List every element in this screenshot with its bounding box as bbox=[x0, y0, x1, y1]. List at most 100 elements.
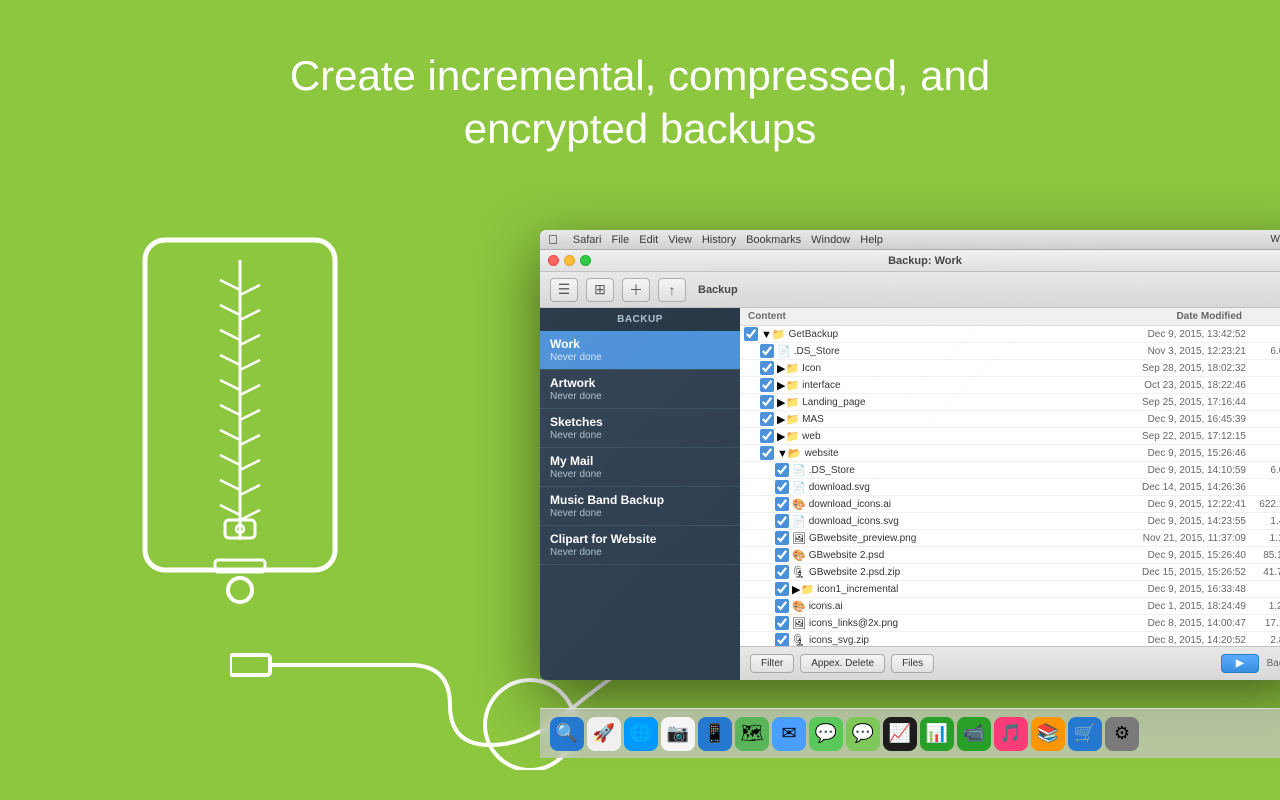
table-row[interactable]: 🗜 icons_svg.zip Dec 8, 2015, 14:20:52 2.… bbox=[740, 632, 1280, 646]
toolbar-add-btn[interactable]: ＋ bbox=[622, 278, 650, 302]
table-row[interactable]: 🗜 GBwebsite 2.psd.zip Dec 15, 2015, 15:2… bbox=[740, 564, 1280, 581]
file-check[interactable] bbox=[760, 378, 774, 392]
file-check[interactable] bbox=[775, 633, 789, 646]
image-icon: 🖼 bbox=[792, 617, 806, 630]
menu-history[interactable]: History bbox=[702, 234, 736, 246]
backup-play-icon: ▶ bbox=[1236, 658, 1244, 669]
backup-status-label: Backup bbox=[1267, 658, 1280, 669]
toolbar: ☰ ⊞ ＋ ↑ Backup bbox=[540, 272, 1280, 308]
table-row[interactable]: 🎨 download_icons.ai Dec 9, 2015, 12:22:4… bbox=[740, 496, 1280, 513]
dock-icon-appstore2[interactable]: 🛒 bbox=[1068, 717, 1102, 751]
file-icon: 📄 bbox=[777, 345, 791, 358]
dock-icon-numbers[interactable]: 📊 bbox=[920, 717, 954, 751]
file-icon: 📄 bbox=[792, 481, 806, 494]
file-check[interactable] bbox=[760, 361, 774, 375]
table-row[interactable]: 📄 download_icons.svg Dec 9, 2015, 14:23:… bbox=[740, 513, 1280, 530]
table-row[interactable]: ▶📁 web Sep 22, 2015, 17:12:15 -- bbox=[740, 428, 1280, 445]
file-check[interactable] bbox=[775, 480, 789, 494]
sidebar-item-musicband[interactable]: Music Band Backup Never done bbox=[540, 487, 740, 526]
table-row[interactable]: ▶📁 Icon Sep 28, 2015, 18:02:32 -- bbox=[740, 360, 1280, 377]
dock-icon-itunes[interactable]: 🎵 bbox=[994, 717, 1028, 751]
file-check[interactable] bbox=[760, 412, 774, 426]
toolbar-share-btn[interactable]: ↑ bbox=[658, 278, 686, 302]
file-check[interactable] bbox=[760, 429, 774, 443]
file-size: 17.16 KB bbox=[1246, 618, 1280, 629]
file-check[interactable] bbox=[775, 616, 789, 630]
zip-icon: 🗜 bbox=[792, 634, 806, 647]
dock-icon-messages[interactable]: 💬 bbox=[809, 717, 843, 751]
table-row[interactable]: 📄 download.svg Dec 14, 2015, 14:26:36 93… bbox=[740, 479, 1280, 496]
dock-icon-mail[interactable]: ✉ bbox=[772, 717, 806, 751]
file-check[interactable] bbox=[775, 531, 789, 545]
menu-view[interactable]: View bbox=[668, 234, 692, 246]
menu-window[interactable]: Window bbox=[811, 234, 850, 246]
table-row[interactable]: 🖼 GBwebsite_preview.png Nov 21, 2015, 11… bbox=[740, 530, 1280, 547]
dock-icon-photos[interactable]: 📷 bbox=[661, 717, 695, 751]
table-row[interactable]: 🎨 GBwebsite 2.psd Dec 9, 2015, 15:26:40 … bbox=[740, 547, 1280, 564]
table-row[interactable]: 📄 .DS_Store Nov 3, 2015, 12:23:21 6.00 K… bbox=[740, 343, 1280, 360]
file-check[interactable] bbox=[744, 327, 758, 341]
table-row[interactable]: ▶📁 MAS Dec 9, 2015, 16:45:39 -- bbox=[740, 411, 1280, 428]
file-check[interactable] bbox=[775, 514, 789, 528]
file-check[interactable] bbox=[775, 548, 789, 562]
apple-menu-icon[interactable]:  bbox=[548, 232, 558, 247]
fullscreen-button[interactable] bbox=[580, 255, 591, 266]
table-row[interactable]: 📄 .DS_Store Dec 9, 2015, 14:10:59 6.00 K… bbox=[740, 462, 1280, 479]
file-list[interactable]: ▼📁 GetBackup Dec 9, 2015, 13:42:52 -- 📄 … bbox=[740, 326, 1280, 646]
dock-icon-facetime[interactable]: 📹 bbox=[957, 717, 991, 751]
dock-icon-maps[interactable]: 🗺 bbox=[735, 717, 769, 751]
table-row[interactable]: 🎨 icons.ai Dec 1, 2015, 18:24:49 1.21 MB bbox=[740, 598, 1280, 615]
toolbar-grid-btn[interactable]: ⊞ bbox=[586, 278, 614, 302]
file-check[interactable] bbox=[775, 565, 789, 579]
file-date: Dec 8, 2015, 14:00:47 bbox=[1096, 618, 1246, 629]
dock-icon-ibooks[interactable]: 📚 bbox=[1031, 717, 1065, 751]
folder-icon: ▶📁 bbox=[777, 379, 799, 392]
minimize-button[interactable] bbox=[564, 255, 575, 266]
dock-icon-appstore[interactable]: 📱 bbox=[698, 717, 732, 751]
close-button[interactable] bbox=[548, 255, 559, 266]
sidebar-item-work[interactable]: Work Never done bbox=[540, 331, 740, 370]
menu-help[interactable]: Help bbox=[860, 234, 883, 246]
folder-icon: ▶📁 bbox=[792, 583, 814, 596]
file-check[interactable] bbox=[775, 497, 789, 511]
filter-button[interactable]: Filter bbox=[750, 654, 794, 673]
table-row[interactable]: 🖼 icons_links@2x.png Dec 8, 2015, 14:00:… bbox=[740, 615, 1280, 632]
menu-file[interactable]: File bbox=[612, 234, 630, 246]
file-size: 622.18 KB bbox=[1246, 499, 1280, 510]
dock-icon-finder[interactable]: 🔍 bbox=[550, 717, 584, 751]
files-button[interactable]: Files bbox=[891, 654, 934, 673]
appex-delete-button[interactable]: Appex. Delete bbox=[800, 654, 885, 673]
sidebar-item-artwork[interactable]: Artwork Never done bbox=[540, 370, 740, 409]
file-name: icon1_incremental bbox=[817, 584, 1096, 595]
menu-safari[interactable]: Safari bbox=[573, 234, 602, 246]
table-row[interactable]: ▶📁 icon1_incremental Dec 9, 2015, 16:33:… bbox=[740, 581, 1280, 598]
dock-icon-wechat[interactable]: 💬 bbox=[846, 717, 880, 751]
file-check[interactable] bbox=[760, 446, 774, 460]
file-check[interactable] bbox=[760, 344, 774, 358]
dock-icon-syspreferences[interactable]: ⚙ bbox=[1105, 717, 1139, 751]
file-size: 2.87 KB bbox=[1246, 635, 1280, 646]
menu-bookmarks[interactable]: Bookmarks bbox=[746, 234, 801, 246]
file-check[interactable] bbox=[760, 395, 774, 409]
sidebar-item-sketches[interactable]: Sketches Never done bbox=[540, 409, 740, 448]
sidebar-item-mymail[interactable]: My Mail Never done bbox=[540, 448, 740, 487]
menu-edit[interactable]: Edit bbox=[639, 234, 658, 246]
file-date: Dec 9, 2015, 13:42:52 bbox=[1096, 329, 1246, 340]
table-row[interactable]: ▼📁 GetBackup Dec 9, 2015, 13:42:52 -- bbox=[740, 326, 1280, 343]
file-check[interactable] bbox=[775, 582, 789, 596]
file-check[interactable] bbox=[775, 599, 789, 613]
dock-icon-stocks[interactable]: 📈 bbox=[883, 717, 917, 751]
toolbar-list-btn[interactable]: ☰ bbox=[550, 278, 578, 302]
file-check[interactable] bbox=[775, 463, 789, 477]
folder-icon: ▼📁 bbox=[761, 328, 786, 341]
table-row[interactable]: ▶📁 interface Oct 23, 2015, 18:22:46 -- bbox=[740, 377, 1280, 394]
file-size: -- bbox=[1246, 397, 1280, 408]
sidebar-item-clipart[interactable]: Clipart for Website Never done bbox=[540, 526, 740, 565]
backup-button[interactable]: ▶ bbox=[1221, 654, 1259, 673]
table-row[interactable]: ▶📁 Landing_page Sep 25, 2015, 17:16:44 -… bbox=[740, 394, 1280, 411]
dock-icon-launchpad[interactable]: 🚀 bbox=[587, 717, 621, 751]
file-browser: Content Date Modified Size ▼📁 GetBackup … bbox=[740, 308, 1280, 680]
table-row[interactable]: ▼📂 website Dec 9, 2015, 15:26:46 -- bbox=[740, 445, 1280, 462]
dock-icon-safari[interactable]: 🌐 bbox=[624, 717, 658, 751]
file-name: icons.ai bbox=[809, 601, 1096, 612]
